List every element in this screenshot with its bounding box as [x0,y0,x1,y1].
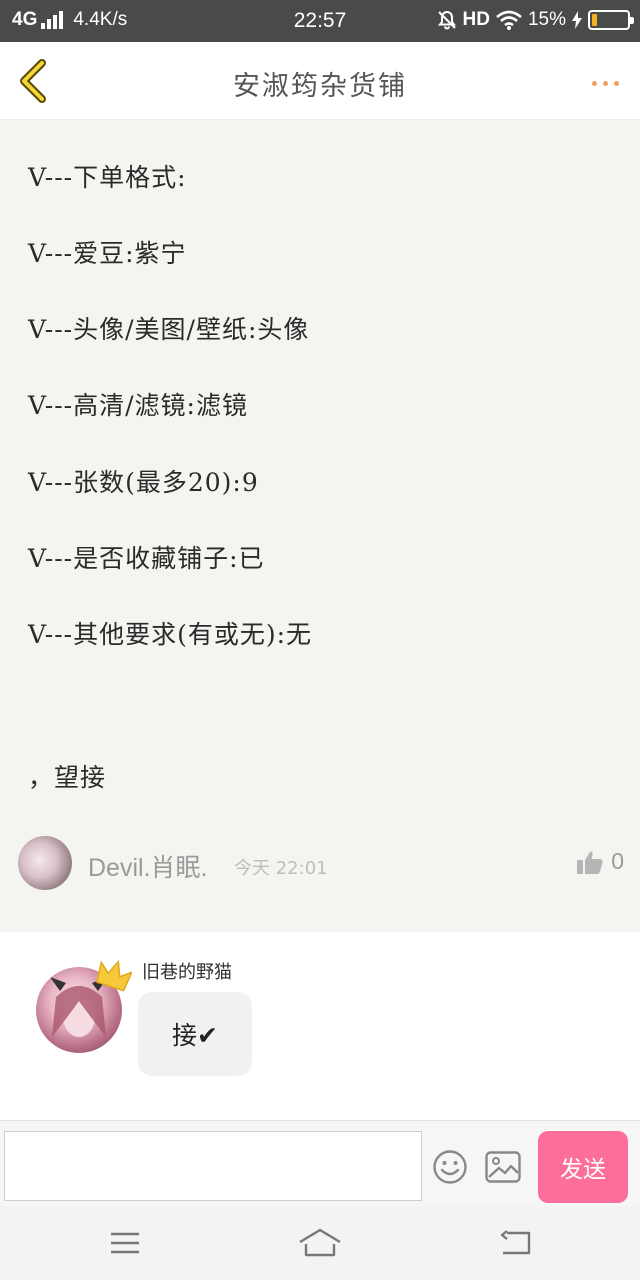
post-line: V---头像/美图/壁纸:头像 [28,315,310,344]
like-button[interactable]: 0 [577,848,624,875]
mute-bell-icon [437,10,456,30]
hd-indicator: HD [462,9,490,30]
post-author-row: Devil.肖眠. 今天 22:01 0 [18,836,628,892]
status-right: HD 15% [431,9,634,31]
thumbs-up-icon [577,851,603,874]
reply-item: 旧巷的野猫 接✔ [0,932,640,1120]
replier-name[interactable]: 旧巷的野猫 [142,958,232,984]
more-dot [602,80,608,86]
post-line: V---其他要求(有或无):无 [28,620,313,649]
more-dot [591,80,597,86]
author-avatar[interactable] [18,836,72,890]
menu-button[interactable] [103,1226,147,1260]
system-nav-bar [0,1206,640,1280]
author-name[interactable]: Devil.肖眠. [88,848,207,884]
home-icon [299,1228,341,1257]
charging-icon [572,11,582,29]
status-bar: 4G 4.4K/s 22:57 HD 15% [0,0,640,42]
battery-percent: 15% [527,9,566,30]
page-title: 安淑筠杂货铺 [233,71,407,102]
input-bar: 发送 [0,1120,640,1206]
message-input[interactable] [4,1131,422,1201]
post-time: 今天 22:01 [234,858,328,879]
emoji-icon[interactable] [432,1149,468,1185]
post-line: ，望接 [28,763,107,792]
wifi-icon [496,10,522,30]
battery-icon [588,10,634,30]
back-nav-button[interactable] [494,1226,538,1260]
post-content: V---下单格式: V---爱豆:紫宁 V---头像/美图/壁纸:头像 V---… [0,120,640,932]
reply-message-bubble: 接✔ [138,992,252,1076]
menu-icon [111,1232,139,1254]
post-line: V---张数(最多20):9 [28,468,259,497]
post-line: V---爱豆:紫宁 [28,239,187,268]
top-bar: 安淑筠杂货铺 [0,42,640,120]
send-button[interactable]: 发送 [538,1131,628,1203]
back-icon [500,1230,531,1255]
image-icon[interactable] [485,1151,521,1183]
post-line: V---下单格式: [28,163,187,192]
more-button[interactable] [582,68,628,98]
post-line: V---是否收藏铺子:已 [28,544,265,573]
home-button[interactable] [298,1226,342,1260]
post-line: V---高清/滤镜:滤镜 [28,391,248,420]
app-screen: 4G 4.4K/s 22:57 HD 15% 安淑筠杂货铺 V---下单格式: … [0,0,640,1280]
battery-level-fill [592,14,598,26]
like-count: 0 [611,848,624,874]
crown-icon [96,959,132,992]
more-dot [613,80,619,86]
